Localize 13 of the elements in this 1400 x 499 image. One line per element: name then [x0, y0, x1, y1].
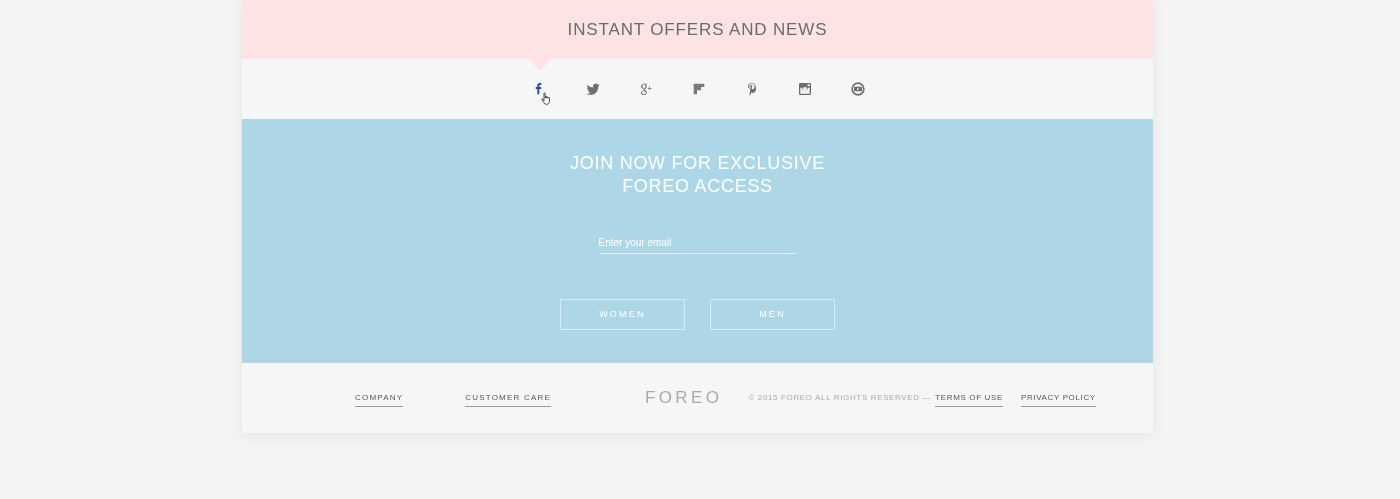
signup-heading: JOIN NOW FOR EXCLUSIVE FOREO ACCESS	[570, 152, 825, 198]
camera-icon[interactable]	[796, 81, 813, 97]
hand-cursor-icon	[540, 92, 551, 105]
brand-logo: FOREO	[644, 387, 723, 410]
section-title: INSTANT OFFERS AND NEWS	[567, 18, 828, 41]
footer-link[interactable]: CUSTOMER CARE	[465, 389, 551, 407]
footer-link[interactable]: PRIVACY POLICY	[1020, 389, 1096, 407]
email-field[interactable]: Enter your email	[598, 235, 797, 254]
copyright-text: © 2015 FOREO ALL RIGHTS RESERVED —	[748, 392, 932, 404]
footer-link[interactable]: TERMS OF USE	[935, 389, 1003, 407]
footer-link[interactable]: COMPANY	[355, 389, 404, 407]
play-icon[interactable]	[849, 81, 866, 97]
bird-icon[interactable]	[584, 81, 601, 97]
